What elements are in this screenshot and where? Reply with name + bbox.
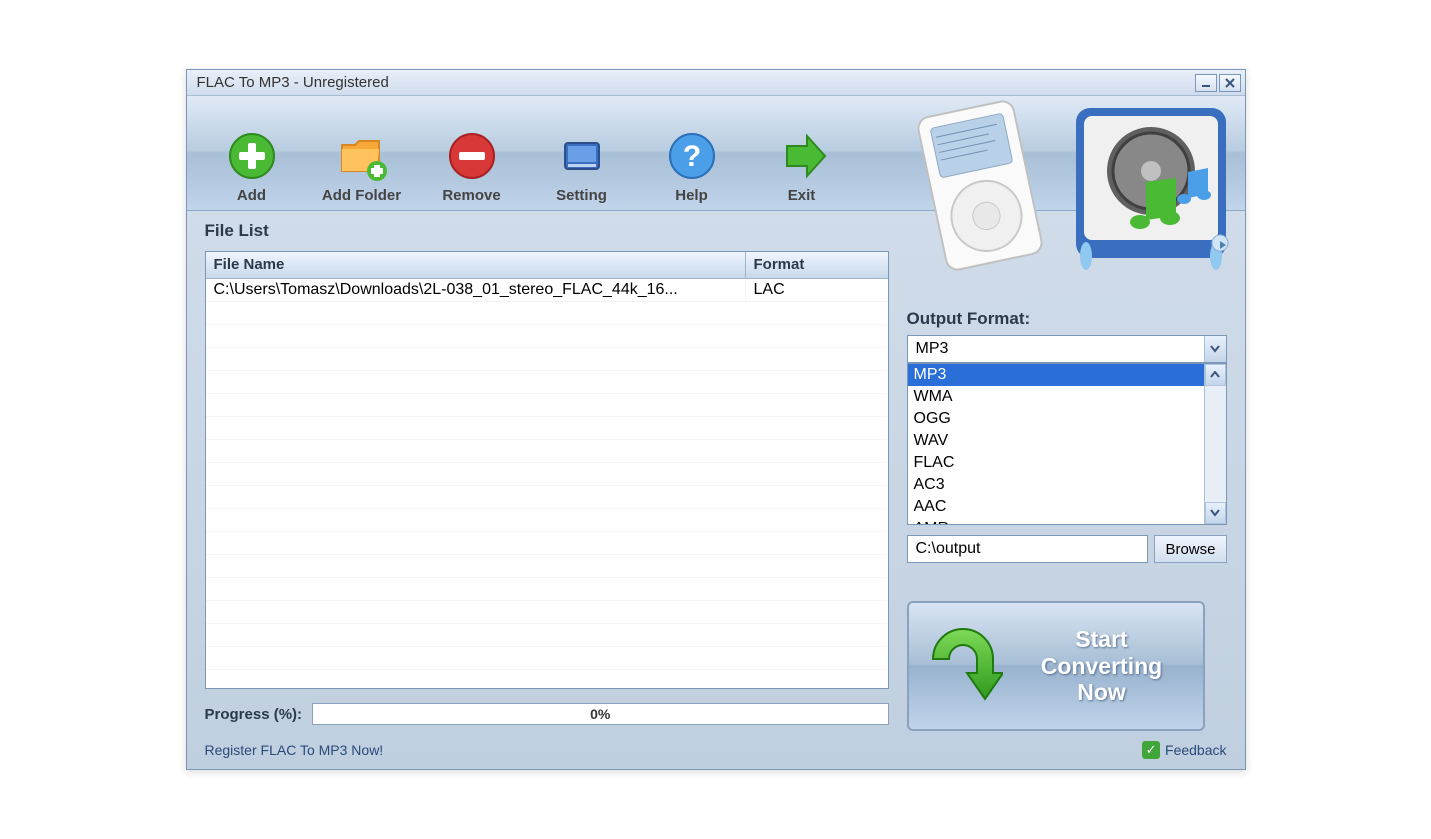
svg-text:?: ? [682, 140, 700, 173]
file-table: File Name Format C:\Users\Tomasz\Downloa… [205, 251, 889, 689]
window-title: FLAC To MP3 - Unregistered [197, 74, 1193, 91]
list-item[interactable]: AC3 [908, 474, 1204, 496]
right-pane: Output Format: MP3 MP3 WMA OGG WAV FLAC … [907, 221, 1227, 731]
convert-button-text: Start Converting Now [1015, 626, 1189, 705]
file-list-label: File List [205, 221, 889, 241]
list-item[interactable]: AMR [908, 518, 1204, 524]
output-path-input[interactable] [907, 535, 1149, 563]
feedback-link[interactable]: Feedback [1165, 742, 1226, 758]
help-button[interactable]: ? Help [637, 102, 747, 204]
scroll-down-button[interactable] [1205, 502, 1226, 524]
col-filename[interactable]: File Name [206, 252, 746, 278]
table-body[interactable]: C:\Users\Tomasz\Downloads\2L-038_01_ster… [206, 279, 888, 688]
output-format-combo[interactable]: MP3 [907, 335, 1227, 363]
toolbar: Add Add Folder Remove [187, 96, 1245, 211]
list-item[interactable]: OGG [908, 408, 1204, 430]
cell-format: LAC [746, 279, 888, 301]
add-button[interactable]: Add [197, 102, 307, 204]
folder-add-icon [337, 131, 387, 181]
add-folder-button[interactable]: Add Folder [307, 102, 417, 204]
table-header: File Name Format [206, 252, 888, 279]
start-converting-button[interactable]: Start Converting Now [907, 601, 1205, 731]
output-format-label: Output Format: [907, 309, 1227, 329]
combo-selected: MP3 [908, 340, 1204, 358]
listbox-scrollbar[interactable] [1204, 364, 1226, 524]
cell-filename: C:\Users\Tomasz\Downloads\2L-038_01_ster… [206, 279, 746, 301]
setting-icon [557, 131, 607, 181]
browse-button[interactable]: Browse [1154, 535, 1226, 563]
convert-arrow-icon [923, 621, 1003, 711]
remove-button[interactable]: Remove [417, 102, 527, 204]
footer: Register FLAC To MP3 Now! ✓ Feedback [187, 735, 1245, 769]
exit-icon [777, 131, 827, 181]
exit-button[interactable]: Exit [747, 102, 857, 204]
list-item[interactable]: FLAC [908, 452, 1204, 474]
list-item[interactable]: WMA [908, 386, 1204, 408]
app-window: FLAC To MP3 - Unregistered Add A [186, 69, 1246, 770]
progress-bar: 0% [312, 703, 888, 725]
col-format[interactable]: Format [746, 252, 888, 278]
chevron-down-icon [1210, 345, 1220, 353]
format-listbox[interactable]: MP3 WMA OGG WAV FLAC AC3 AAC AMR [907, 363, 1227, 525]
combo-dropdown-button[interactable] [1204, 336, 1226, 362]
scroll-up-button[interactable] [1205, 364, 1226, 386]
chevron-down-icon [1210, 509, 1220, 517]
scroll-track[interactable] [1205, 386, 1226, 502]
remove-icon [447, 131, 497, 181]
list-item[interactable]: MP3 [908, 364, 1204, 386]
register-link[interactable]: Register FLAC To MP3 Now! [205, 742, 384, 758]
progress-label: Progress (%): [205, 706, 303, 723]
left-pane: File List File Name Format C:\Users\Toma… [205, 221, 889, 731]
list-item[interactable]: WAV [908, 430, 1204, 452]
add-icon [227, 131, 277, 181]
feedback-icon: ✓ [1142, 741, 1160, 759]
chevron-up-icon [1210, 371, 1220, 379]
titlebar: FLAC To MP3 - Unregistered [187, 70, 1245, 96]
list-item[interactable]: AAC [908, 496, 1204, 518]
help-icon: ? [667, 131, 717, 181]
setting-button[interactable]: Setting [527, 102, 637, 204]
progress-row: Progress (%): 0% [205, 703, 889, 725]
minimize-button[interactable] [1195, 74, 1217, 92]
table-row[interactable]: C:\Users\Tomasz\Downloads\2L-038_01_ster… [206, 279, 888, 302]
main-area: File List File Name Format C:\Users\Toma… [187, 211, 1245, 735]
close-button[interactable] [1219, 74, 1241, 92]
